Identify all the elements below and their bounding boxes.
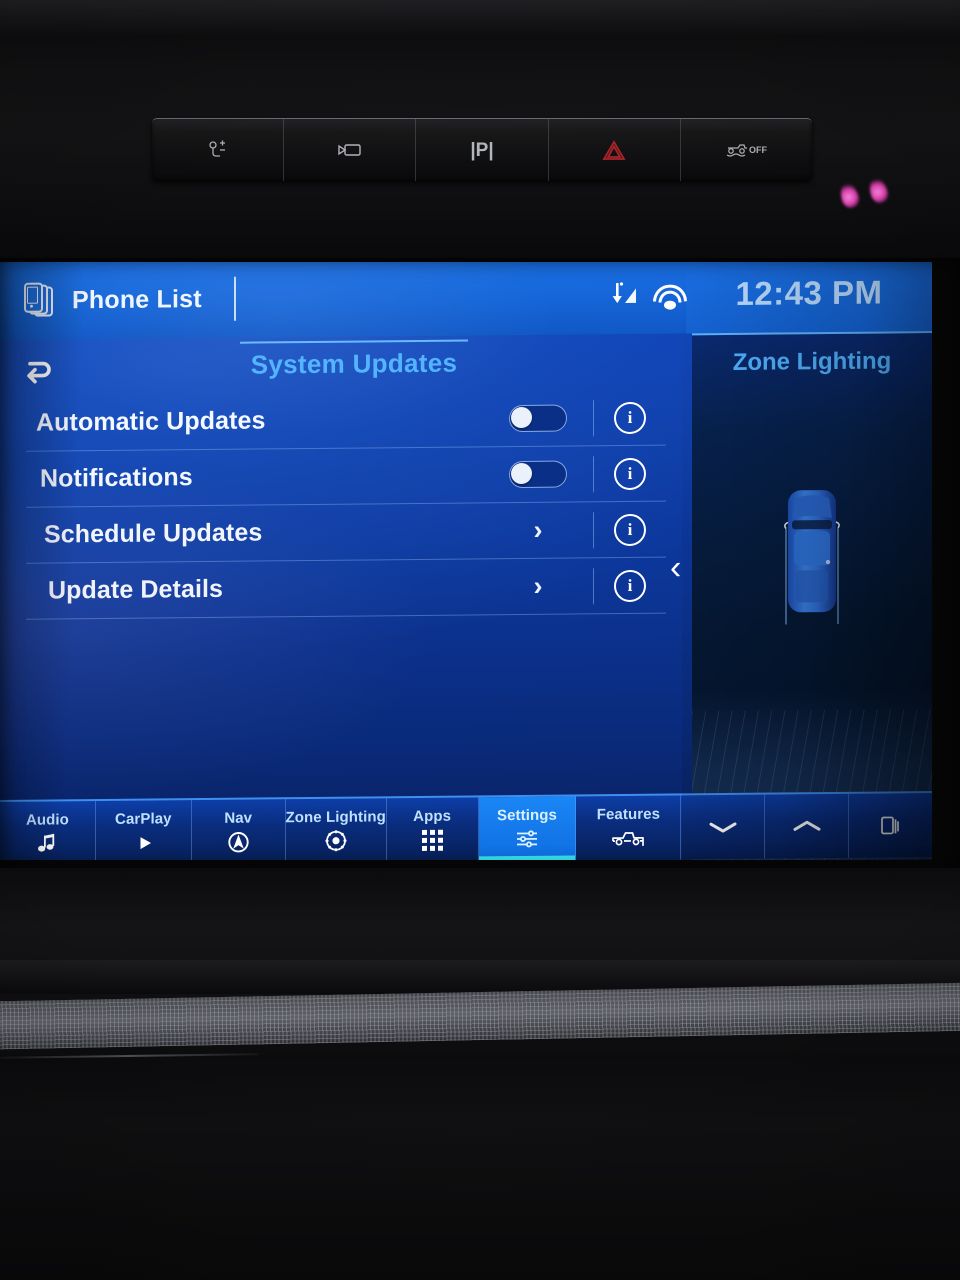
traction-control-button[interactable]: OFF (681, 119, 812, 181)
hazard-triangle-icon (602, 139, 626, 161)
info-icon: i (614, 513, 646, 546)
title-rule (240, 339, 468, 344)
nav-item-scroll-down[interactable] (681, 794, 766, 860)
chevron-right-icon: › (533, 570, 543, 601)
back-button[interactable] (14, 355, 60, 389)
svg-text:OFF: OFF (749, 145, 767, 155)
notifications-info-button[interactable]: i (594, 457, 666, 490)
chevron-down-icon (708, 815, 738, 839)
page-title-wrap: System Updates (239, 339, 469, 380)
schedule-updates-info-button[interactable]: i (594, 513, 666, 546)
row-label: Notifications (40, 463, 193, 493)
nav-item-audio[interactable]: Audio (0, 801, 96, 860)
nav-label: Audio (25, 811, 69, 829)
status-bar: Phone List 12:43 PM (0, 262, 932, 340)
screenshot-root: |P| OFF Phone List 12:43 PM System Updat… (0, 0, 960, 1280)
nav-item-settings[interactable]: Settings (478, 796, 577, 860)
nav-item-nav[interactable]: Nav (191, 799, 286, 860)
control-divider-horizontal (0, 1053, 259, 1059)
camera-icon (337, 142, 363, 158)
chevron-up-icon (792, 814, 822, 838)
toggle-switch[interactable] (509, 460, 567, 489)
cards-stack-icon (879, 813, 903, 837)
nav-item-carplay[interactable]: CarPlay (95, 800, 192, 860)
back-arrow-icon (19, 357, 55, 388)
control-panel: VOL TUNE (0, 1053, 960, 1280)
vehicle-top-view-icon (766, 484, 858, 638)
page-title: System Updates (250, 347, 458, 380)
row-label: Schedule Updates (44, 518, 263, 549)
physical-button-strip: |P| OFF (152, 118, 812, 181)
toggle-switch[interactable] (509, 404, 567, 433)
list-item[interactable]: Update Details › i (26, 557, 666, 620)
zone-panel-collapse-button[interactable]: ‹ (670, 548, 681, 586)
nav-label: Settings (497, 806, 557, 825)
nav-label: Zone Lighting (285, 808, 386, 827)
traction-off-icon: OFF (724, 140, 768, 160)
carplay-icon (132, 831, 155, 855)
nav-label: CarPlay (115, 810, 172, 828)
automatic-updates-info-button[interactable]: i (594, 401, 666, 434)
clock: 12:43 PM (735, 273, 883, 312)
nav-label: Features (596, 805, 661, 824)
phone-list-button[interactable]: Phone List (0, 262, 202, 340)
bottom-nav-bar: Audio CarPlay Nav Zone Lighting Apps Set… (0, 791, 932, 860)
data-transfer-icon (610, 279, 638, 310)
automatic-updates-toggle[interactable] (483, 404, 593, 433)
info-icon: i (614, 401, 646, 434)
toggle-knob (511, 406, 532, 429)
nav-item-apps[interactable]: Apps (386, 797, 479, 860)
info-icon: i (614, 457, 646, 490)
nav-item-zone-lighting[interactable]: Zone Lighting (285, 798, 387, 860)
chevron-right-icon: › (533, 514, 543, 545)
dashboard-sheen (0, 0, 960, 36)
toggle-knob (511, 462, 532, 485)
info-icon: i (614, 569, 646, 602)
status-icons (610, 279, 687, 311)
ambient-light-accent (837, 175, 905, 212)
list-item[interactable]: Notifications i (26, 445, 666, 508)
ambient-dot (837, 180, 862, 211)
update-details-info-button[interactable]: i (594, 569, 666, 602)
zone-lighting-panel[interactable]: Zone Lighting ‹ (670, 331, 932, 860)
apps-grid-icon (421, 828, 443, 852)
stacked-phones-icon (24, 282, 56, 318)
compass-icon (227, 830, 250, 854)
nav-item-features[interactable]: Features (576, 795, 682, 860)
settings-list: Automatic Updates i Notifications i Sche… (0, 389, 692, 620)
nav-item-cards[interactable] (849, 793, 932, 858)
park-assist-icon: |P| (470, 139, 494, 161)
list-item[interactable]: Schedule Updates › i (26, 501, 666, 564)
row-label: Automatic Updates (36, 406, 266, 437)
phone-list-label: Phone List (72, 284, 202, 314)
infotainment-screen: Phone List 12:43 PM System Updates Autom… (0, 262, 932, 860)
status-divider (233, 276, 236, 321)
update-details-chevron[interactable]: › (483, 570, 593, 601)
charge-icon (206, 139, 230, 161)
nav-label: Nav (224, 809, 253, 827)
zone-lighting-title: Zone Lighting (732, 347, 892, 376)
settings-content: System Updates Automatic Updates i Notif… (0, 333, 692, 860)
zone-light-icon (324, 829, 348, 853)
park-assist-button[interactable]: |P| (416, 119, 549, 181)
battery-charge-button[interactable] (152, 119, 285, 181)
wifi-icon (653, 282, 687, 310)
nav-label: Apps (413, 807, 452, 826)
row-label: Update Details (48, 574, 224, 605)
schedule-updates-chevron[interactable]: › (483, 514, 593, 545)
camera-button[interactable] (284, 119, 417, 181)
pickup-truck-icon (611, 826, 645, 850)
list-item[interactable]: Automatic Updates i (26, 389, 666, 452)
notifications-toggle[interactable] (483, 460, 593, 489)
music-note-icon (36, 831, 58, 855)
ambient-dot (866, 175, 891, 206)
head-unit-ui: Phone List 12:43 PM System Updates Autom… (0, 262, 932, 860)
nav-item-scroll-up[interactable] (765, 793, 850, 859)
clock-area: 12:43 PM (686, 262, 932, 334)
hazard-button[interactable] (549, 119, 681, 181)
sliders-icon (515, 827, 539, 851)
